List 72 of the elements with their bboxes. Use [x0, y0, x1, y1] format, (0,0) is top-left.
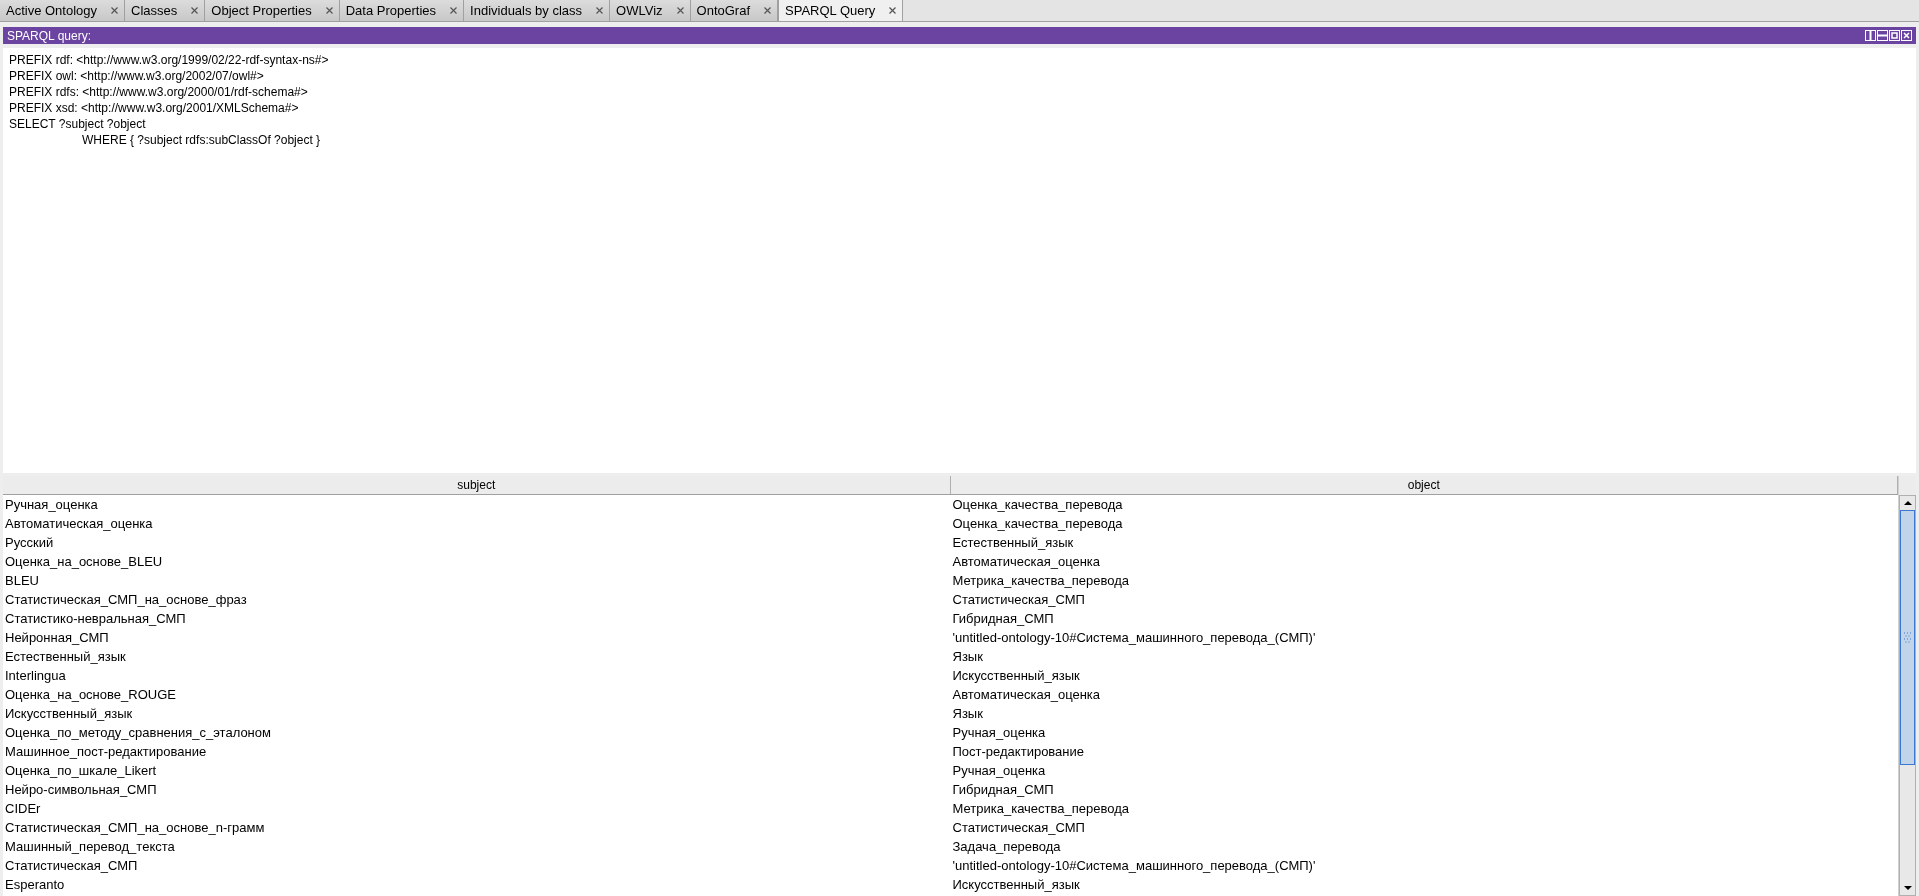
table-cell-text: Естественный_язык — [952, 533, 1074, 552]
close-icon[interactable] — [450, 7, 458, 14]
table-cell-text: Машинное_пост-редактирование — [5, 742, 207, 761]
table-cell-text: Оценка_по_шкале_Likert — [5, 761, 157, 780]
column-header[interactable]: subject — [3, 476, 951, 494]
table-cell-text: Гибридная_СМП — [952, 780, 1054, 799]
close-icon[interactable] — [889, 7, 897, 14]
table-cell-text: Статистико-невральная_СМП — [5, 609, 186, 628]
grip-icon — [1903, 631, 1912, 644]
query-line: PREFIX rdfs: <http://www.w3.org/2000/01/rdf-schema#> — [9, 84, 308, 100]
table-cell-text: Язык — [952, 647, 983, 666]
tab[interactable]: Data Properties — [339, 0, 465, 21]
table-cell-text: 'untitled-ontology-10#Система_машинного_перевода_(СМП)' — [952, 856, 1316, 875]
table-cell-text: Статистическая_СМП_на_основе_фраз — [5, 590, 247, 609]
table-cell-text: Статистическая_СМП_на_основе_n-грамм — [5, 818, 265, 837]
table-cell-text: Язык — [952, 704, 983, 723]
query-line: PREFIX owl: <http://www.w3.org/2002/07/owl#> — [9, 68, 264, 84]
table-cell-text: Пост-редактирование — [952, 742, 1085, 761]
maximize-icon[interactable] — [1889, 30, 1900, 41]
table-cell-text: Оценка_качества_перевода — [952, 495, 1123, 514]
tab[interactable]: Object Properties — [205, 0, 340, 21]
table-cell-text: Ручная_оценка — [5, 495, 98, 514]
close-icon[interactable] — [191, 7, 199, 14]
split-vertical-icon[interactable] — [1865, 30, 1876, 41]
scrollbar-thumb[interactable] — [1900, 510, 1915, 765]
table-cell-text: Гибридная_СМП — [952, 609, 1054, 628]
table-cell-text: Задача_перевода — [952, 837, 1061, 856]
table-cell-text: Метрика_качества_перевода — [952, 799, 1129, 818]
query-line: WHERE { ?subject rdfs:subClassOf ?object } — [81, 132, 321, 148]
panel-title: SPARQL query: — [7, 27, 92, 45]
tab[interactable]: SPARQL Query — [778, 0, 904, 21]
tab[interactable]: Active Ontology — [0, 0, 126, 21]
close-icon[interactable] — [596, 7, 604, 14]
table-cell-text: Нейронная_СМП — [5, 628, 109, 647]
split-horizontal-icon[interactable] — [1877, 30, 1888, 41]
table-cell-text: Статистическая_СМП — [952, 818, 1085, 837]
table-cell-text: 'untitled-ontology-10#Система_машинного_перевода_(СМП)' — [952, 628, 1316, 647]
table-cell-text: Оценка_качества_перевода — [952, 514, 1123, 533]
close-icon[interactable] — [676, 7, 684, 14]
table-cell-text: Статистическая_СМП — [952, 590, 1085, 609]
table-cell-text: Esperanto — [5, 875, 65, 894]
close-icon[interactable] — [111, 7, 119, 14]
query-line: PREFIX rdf: <http://www.w3.org/1999/02/22-rdf-syntax-ns#> — [9, 52, 329, 68]
scrollbar[interactable] — [1899, 495, 1916, 896]
query-line: PREFIX xsd: <http://www.w3.org/2001/XMLSchema#> — [9, 100, 299, 116]
table-cell-text: BLEU — [5, 571, 39, 590]
tab[interactable]: Classes — [125, 0, 206, 21]
table-cell-text: Искусственный_язык — [952, 666, 1080, 685]
close-icon[interactable] — [325, 7, 333, 14]
table-cell-text: Оценка_на_основе_ROUGE — [5, 685, 176, 704]
table-cell-text: Искусственный_язык — [952, 875, 1080, 894]
table-cell-text: Оценка_на_основе_BLEU — [5, 552, 163, 571]
table-cell-text: Автоматическая_оценка — [5, 514, 153, 533]
tab[interactable]: OntoGraf — [690, 0, 778, 21]
table-cell-text: Естественный_язык — [5, 647, 126, 666]
table-cell-text: Interlingua — [5, 666, 66, 685]
close-icon[interactable] — [764, 7, 771, 14]
table-cell-text: Ручная_оценка — [952, 723, 1046, 742]
tab[interactable]: OWLViz — [610, 0, 691, 21]
table-cell-text: Автоматическая_оценка — [952, 552, 1101, 571]
table-cell-text: Машинный_перевод_текста — [5, 837, 175, 856]
table-cell-text: Нейро-символьная_СМП — [5, 780, 157, 799]
query-line: SELECT ?subject ?object — [9, 116, 146, 132]
table-cell-text: Метрика_качества_перевода — [952, 571, 1129, 590]
table-cell-text: Искусственный_язык — [5, 704, 133, 723]
table-cell-text: Ручная_оценка — [952, 761, 1046, 780]
table-cell-text: Русский — [5, 533, 54, 552]
table-cell-text: Оценка_по_методу_сравнения_с_эталоном — [5, 723, 271, 742]
table-cell-text: Статистическая_СМП — [5, 856, 138, 875]
table-cell-text: CIDEr — [5, 799, 41, 818]
tab[interactable]: Individuals by class — [464, 0, 611, 21]
table-cell-text: Автоматическая_оценка — [952, 685, 1101, 704]
